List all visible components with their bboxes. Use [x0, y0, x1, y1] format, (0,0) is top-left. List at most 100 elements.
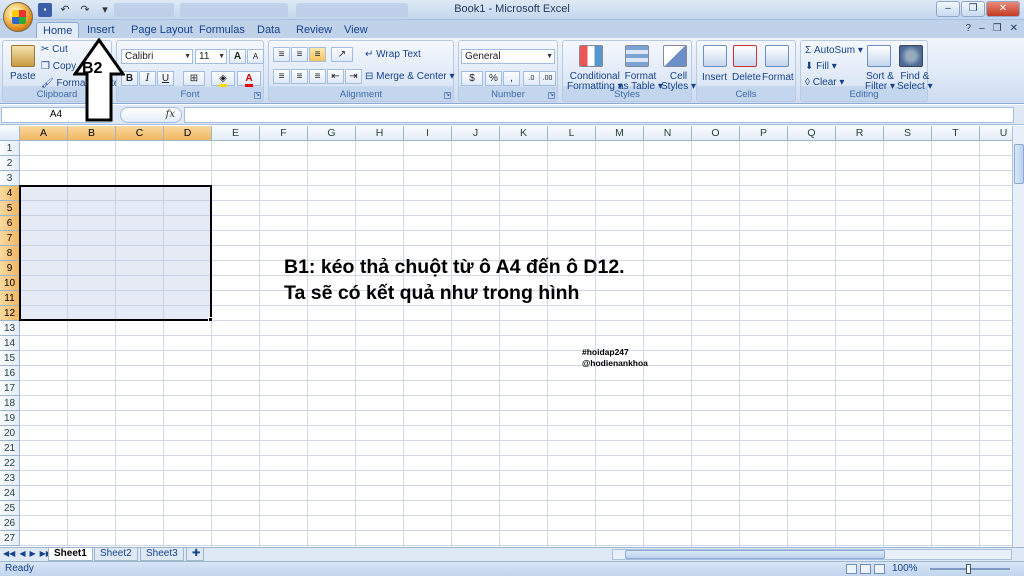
row-header-10[interactable]: 10: [0, 276, 20, 291]
number-launcher-icon[interactable]: ↘: [548, 92, 555, 99]
tab-review[interactable]: Review: [290, 22, 338, 38]
increase-decimal-button[interactable]: .0: [523, 71, 540, 86]
align-right-icon[interactable]: ≡: [309, 69, 326, 84]
autosum-button[interactable]: Σ AutoSum ▾: [805, 45, 863, 56]
fill-handle[interactable]: [208, 317, 213, 322]
column-header-c[interactable]: C: [116, 126, 164, 141]
column-header-t[interactable]: T: [932, 126, 980, 141]
row-header-6[interactable]: 6: [0, 216, 20, 231]
shrink-font-button[interactable]: A: [247, 49, 264, 64]
row-header-16[interactable]: 16: [0, 366, 20, 381]
borders-button[interactable]: ⊞: [183, 71, 205, 86]
cut-button[interactable]: ✂ Cut: [41, 44, 68, 55]
column-header-f[interactable]: F: [260, 126, 308, 141]
zoom-level[interactable]: 100%: [892, 563, 918, 574]
first-sheet-icon[interactable]: ◀◀: [3, 549, 15, 558]
normal-view-icon[interactable]: [846, 564, 857, 574]
increase-indent-icon[interactable]: ⇥: [345, 69, 362, 84]
row-header-21[interactable]: 21: [0, 441, 20, 456]
conditional-formatting-icon[interactable]: [579, 45, 603, 67]
column-header-d[interactable]: D: [164, 126, 212, 141]
page-break-view-icon[interactable]: [874, 564, 885, 574]
tab-insert[interactable]: Insert: [81, 22, 121, 38]
spreadsheet-grid[interactable]: 27 26 25 24 23 22 21 20 19 18 17 16 15 14 13 12 11 10 9 8 7 6…: [0, 126, 1024, 547]
help-icon[interactable]: ?: [966, 23, 972, 34]
font-color-button[interactable]: A: [237, 71, 261, 87]
column-header-e[interactable]: E: [212, 126, 260, 141]
delete-cells-icon[interactable]: [733, 45, 757, 67]
zoom-knob[interactable]: [966, 564, 971, 574]
next-sheet-icon[interactable]: ▶: [29, 549, 35, 558]
column-header-q[interactable]: Q: [788, 126, 836, 141]
tab-data[interactable]: Data: [251, 22, 286, 38]
column-header-r[interactable]: R: [836, 126, 884, 141]
row-header-27[interactable]: 27: [0, 531, 20, 546]
align-center-icon[interactable]: ≡: [291, 69, 308, 84]
row-header-7[interactable]: 7: [0, 231, 20, 246]
row-header-17[interactable]: 17: [0, 381, 20, 396]
doc-close-icon[interactable]: ✕: [1010, 23, 1018, 34]
column-header-i[interactable]: I: [404, 126, 452, 141]
zoom-slider[interactable]: [930, 564, 1010, 574]
minimize-button[interactable]: –: [936, 1, 960, 17]
align-left-icon[interactable]: ≡: [273, 69, 290, 84]
cell-styles-icon[interactable]: [663, 45, 687, 67]
row-header-9[interactable]: 9: [0, 261, 20, 276]
horizontal-scroll-thumb[interactable]: [625, 550, 885, 559]
tab-page-layout[interactable]: Page Layout: [125, 22, 199, 38]
merge-center-button[interactable]: ⊟ Merge & Center ▾: [365, 71, 455, 82]
align-middle-icon[interactable]: ≡: [291, 47, 308, 62]
format-as-table-icon[interactable]: [625, 45, 649, 67]
insert-cells-button[interactable]: Insert: [702, 72, 727, 83]
fill-color-button[interactable]: ◈: [211, 71, 235, 87]
horizontal-scrollbar[interactable]: [612, 549, 1012, 560]
column-header-l[interactable]: L: [548, 126, 596, 141]
delete-cells-button[interactable]: Delete: [732, 72, 761, 83]
currency-button[interactable]: $: [461, 71, 483, 86]
row-header-2[interactable]: 2: [0, 156, 20, 171]
vertical-scroll-thumb[interactable]: [1014, 144, 1024, 184]
page-layout-view-icon[interactable]: [860, 564, 871, 574]
restore-button[interactable]: ❐: [961, 1, 985, 17]
row-header-13[interactable]: 13: [0, 321, 20, 336]
row-header-14[interactable]: 14: [0, 336, 20, 351]
decrease-decimal-button[interactable]: .00: [539, 71, 556, 86]
font-launcher-icon[interactable]: ↘: [254, 92, 261, 99]
orientation-icon[interactable]: ↗: [331, 47, 353, 62]
tab-home[interactable]: Home: [36, 22, 80, 38]
row-header-4[interactable]: 4: [0, 186, 20, 201]
align-bottom-icon[interactable]: ≡: [309, 47, 326, 62]
row-header-5[interactable]: 5: [0, 201, 20, 216]
format-cells-button[interactable]: Format: [762, 72, 794, 83]
insert-cells-icon[interactable]: [703, 45, 727, 67]
grow-font-button[interactable]: A: [229, 49, 246, 64]
prev-sheet-icon[interactable]: ◀: [19, 549, 25, 558]
row-header-11[interactable]: 11: [0, 291, 20, 306]
decrease-indent-icon[interactable]: ⇤: [327, 69, 344, 84]
paste-button[interactable]: Paste: [10, 71, 36, 82]
row-header-26[interactable]: 26: [0, 516, 20, 531]
clear-button[interactable]: ◊ Clear ▾: [805, 77, 844, 88]
row-header-25[interactable]: 25: [0, 501, 20, 516]
column-header-j[interactable]: J: [452, 126, 500, 141]
font-size-select[interactable]: 11 ▼: [195, 49, 227, 64]
font-name-select[interactable]: Calibri ▼: [121, 49, 193, 64]
alignment-launcher-icon[interactable]: ↘: [444, 92, 451, 99]
column-header-p[interactable]: P: [740, 126, 788, 141]
paste-icon[interactable]: [11, 45, 35, 67]
vertical-scrollbar[interactable]: [1012, 126, 1024, 547]
tab-formulas[interactable]: Formulas: [193, 22, 251, 38]
row-header-23[interactable]: 23: [0, 471, 20, 486]
office-button[interactable]: [3, 2, 33, 32]
formula-input[interactable]: [184, 107, 1014, 123]
sheet-tab-sheet2[interactable]: Sheet2: [94, 548, 138, 561]
column-header-a[interactable]: A: [20, 126, 68, 141]
italic-button[interactable]: I: [139, 71, 156, 86]
fill-button[interactable]: ⬇ Fill ▾: [805, 61, 837, 72]
column-header-m[interactable]: M: [596, 126, 644, 141]
doc-minimize-icon[interactable]: –: [979, 23, 985, 34]
comma-button[interactable]: ,: [503, 71, 520, 86]
column-header-b[interactable]: B: [68, 126, 116, 141]
align-top-icon[interactable]: ≡: [273, 47, 290, 62]
doc-restore-icon[interactable]: ❐: [993, 23, 1002, 34]
